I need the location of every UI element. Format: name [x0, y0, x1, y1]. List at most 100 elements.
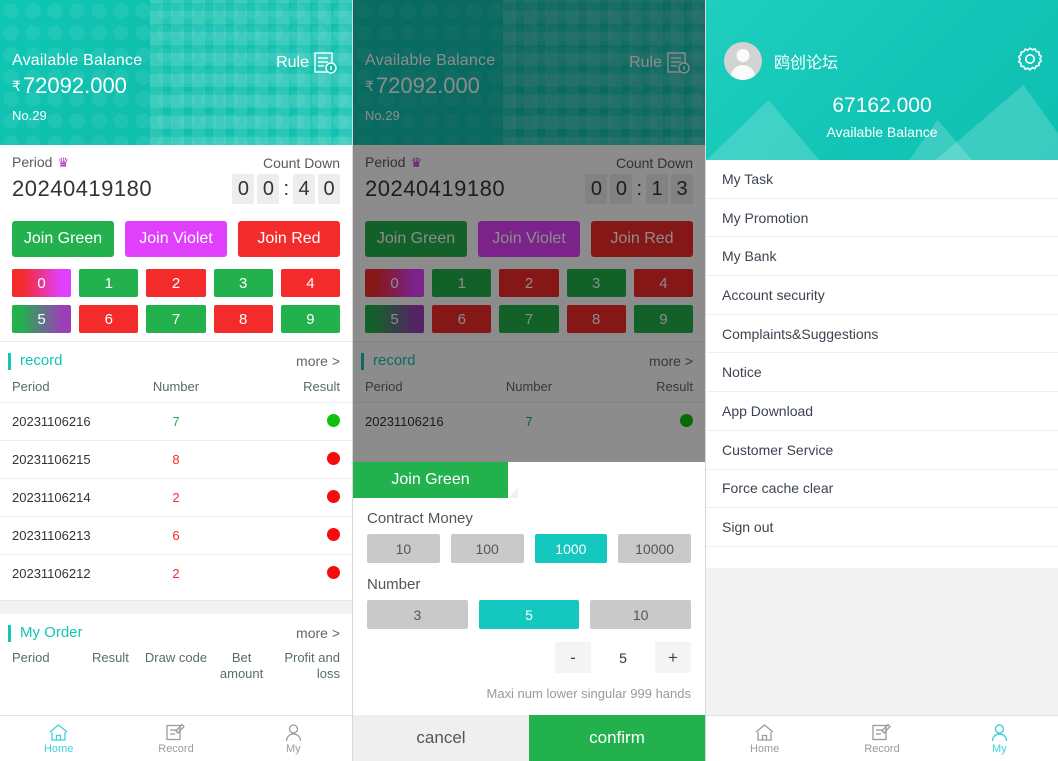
number-button-4[interactable]: 4 — [280, 269, 341, 297]
app-screenshot: Available Balance ₹72092.000 No.29 Rule — [0, 0, 1058, 761]
order-section-header: My Order more > — [0, 614, 352, 647]
record-number: 2 — [172, 566, 180, 581]
record-number: 7 — [172, 414, 180, 429]
record-period: 20231106215 — [12, 452, 91, 467]
rule-button[interactable]: Rule — [276, 52, 338, 74]
modal-body: Contract Money 10 100 1000 10000 Number … — [353, 498, 705, 715]
profile-user[interactable]: 鸥创论坛 — [724, 42, 838, 80]
order-col-profitloss: Profit and loss — [284, 650, 340, 682]
balance-label: Available Balance — [12, 52, 143, 69]
user-icon — [989, 723, 1010, 742]
period-label-wrap: Period ♛ — [12, 154, 69, 171]
join-green-button[interactable]: Join Green — [12, 221, 114, 257]
join-buttons: Join Green Join Violet Join Red — [0, 215, 352, 257]
nav-record[interactable]: Record — [823, 716, 940, 761]
number-button-6[interactable]: 6 — [79, 305, 139, 333]
order-col-result: Result — [91, 650, 129, 665]
number-button-9[interactable]: 9 — [280, 305, 341, 333]
nav-my[interactable]: My — [941, 716, 1058, 761]
quantity-stepper: - 5 + — [367, 642, 691, 673]
stepper-value[interactable]: 5 — [591, 642, 655, 673]
avatar — [724, 42, 762, 80]
menu-item-my-bank[interactable]: My Bank — [706, 237, 1058, 277]
record-col-result: Result — [303, 379, 340, 394]
record-title: record — [8, 352, 63, 370]
result-dot-red — [326, 489, 340, 503]
countdown-digit: 4 — [293, 174, 315, 204]
record-result — [231, 565, 340, 582]
menu-item-sign-out[interactable]: Sign out — [706, 508, 1058, 547]
table-row: 20231106215 8 — [0, 440, 352, 478]
stepper-plus-button[interactable]: + — [655, 642, 691, 673]
user-icon — [283, 723, 304, 742]
record-period: 20231106213 — [12, 528, 91, 543]
join-red-button[interactable]: Join Red — [238, 221, 340, 257]
contract-money-options: 10 100 1000 10000 — [367, 534, 691, 563]
result-dot-red — [326, 527, 340, 541]
number-button-5[interactable]: 5 — [12, 305, 72, 333]
period-label: Period — [12, 154, 53, 170]
nav-my-label: My — [285, 742, 301, 755]
table-row: 20231106216 7 — [0, 402, 352, 440]
record-more-link[interactable]: more > — [296, 353, 340, 369]
cancel-button[interactable]: cancel — [353, 715, 529, 761]
money-option-1000[interactable]: 1000 — [534, 534, 608, 563]
bottom-nav: Home Record My — [706, 715, 1058, 761]
record-period: 20231106214 — [12, 490, 91, 505]
table-row: 20231106213 6 — [0, 516, 352, 554]
confirm-button[interactable]: confirm — [529, 715, 705, 761]
nav-home[interactable]: Home — [706, 716, 823, 761]
record-period: 20231106216 — [12, 414, 91, 429]
money-option-10000[interactable]: 10000 — [618, 534, 691, 563]
number-button-8[interactable]: 8 — [213, 305, 273, 333]
menu-item-force-cache-clear[interactable]: Force cache clear — [706, 470, 1058, 509]
record-col-period: Period — [12, 379, 50, 394]
username: 鸥创论坛 — [774, 55, 839, 72]
table-row: 20231106212 2 — [0, 554, 352, 592]
money-option-10[interactable]: 10 — [367, 534, 440, 563]
order-col-betamount: Bet amount — [219, 650, 264, 682]
number-option-3[interactable]: 3 — [367, 600, 468, 629]
number-button-1[interactable]: 1 — [79, 269, 139, 297]
record-result — [231, 451, 340, 468]
period-number: 20240419180 — [12, 176, 153, 201]
nav-record-label: Record — [158, 742, 194, 755]
menu-item-my-task[interactable]: My Task — [706, 160, 1058, 199]
menu-item-my-promotion[interactable]: My Promotion — [706, 199, 1058, 238]
join-violet-button[interactable]: Join Violet — [125, 221, 227, 257]
nav-home-label: Home — [749, 742, 780, 755]
table-row: 20231106214 2 — [0, 478, 352, 516]
gear-icon[interactable] — [1016, 45, 1044, 78]
menu-item-customer-service[interactable]: Customer Service — [706, 431, 1058, 470]
number-button-7[interactable]: 7 — [146, 305, 206, 333]
menu-item-app-download[interactable]: App Download — [706, 392, 1058, 431]
number-button-3[interactable]: 3 — [213, 269, 273, 297]
menu-item-notice[interactable]: Notice — [706, 353, 1058, 393]
home-icon — [48, 723, 69, 742]
number-option-10[interactable]: 10 — [590, 600, 692, 629]
record-col-number: Number — [152, 379, 200, 394]
record-icon — [871, 723, 892, 742]
stepper-minus-button[interactable]: - — [555, 642, 591, 673]
bet-modal: Join Green Contract Money 10 100 1000 10… — [353, 462, 705, 761]
number-option-5[interactable]: 5 — [478, 600, 580, 629]
countdown-digit: 0 — [318, 174, 340, 204]
number-button-2[interactable]: 2 — [146, 269, 206, 297]
money-option-100[interactable]: 100 — [450, 534, 524, 563]
countdown-timer: 0 0 : 4 0 — [232, 174, 340, 204]
nav-record-label: Record — [864, 742, 900, 755]
number-options: 3 5 10 — [367, 600, 692, 629]
nav-record[interactable]: Record — [117, 716, 234, 761]
number-button-0[interactable]: 0 — [12, 269, 72, 297]
menu-item-account-security[interactable]: Account security — [706, 276, 1058, 315]
nav-my-label: My — [991, 742, 1007, 755]
nav-my[interactable]: My — [235, 716, 352, 761]
balance-value: 72092.000 — [22, 73, 127, 98]
countdown-digit: 0 — [257, 174, 280, 204]
my-order-more-link[interactable]: more > — [296, 625, 340, 641]
menu-item-complaints-suggestions[interactable]: Complaints&Suggestions — [706, 315, 1058, 354]
profile-menu: My Task My Promotion My Bank Account sec… — [706, 160, 1058, 547]
order-col-period: Period — [12, 650, 50, 665]
nav-home[interactable]: Home — [0, 716, 117, 761]
record-number: 6 — [172, 528, 180, 543]
